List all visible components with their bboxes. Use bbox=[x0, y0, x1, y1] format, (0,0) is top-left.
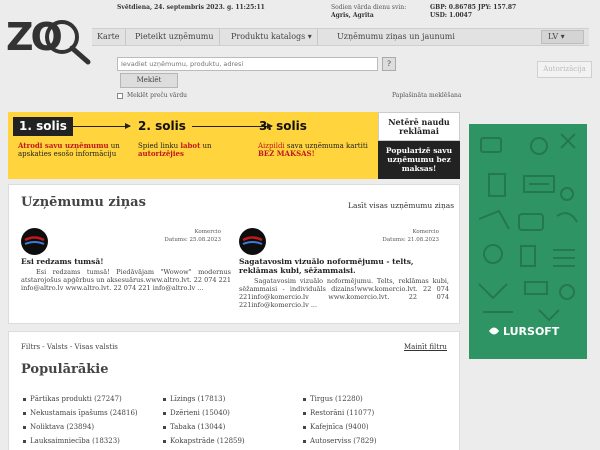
step-1-text: Atrodi savu uzņēmumu un apskaties esošo … bbox=[18, 141, 133, 159]
category-label: Kokapstrāde (12859) bbox=[170, 437, 245, 445]
bullet-icon bbox=[303, 397, 306, 401]
news-excerpt: Esi redzams tumsā! Piedāvājam "Wowow" mo… bbox=[21, 268, 231, 292]
category-column: Tirgus (12280) Restorāni (11077) Kafejnī… bbox=[303, 392, 377, 448]
nav-item-zinas[interactable]: Uzņēmumu ziņas un jaunumi bbox=[332, 29, 460, 45]
news-headline[interactable]: Sagatavosim vizuālo noformējumu - telts,… bbox=[239, 257, 449, 275]
news-excerpt: Sagatavosim vizuālo noformējumu. Telts, … bbox=[239, 277, 449, 309]
category-link[interactable]: Dzērieni (15040) bbox=[163, 406, 245, 420]
currency-rates: GBP: 0.86785 JPY: 157.87 USD: 1.0047 bbox=[430, 4, 516, 20]
product-search-option[interactable]: Meklēt preču vārdu bbox=[117, 92, 187, 99]
bullet-icon bbox=[23, 439, 26, 443]
category-link[interactable]: Nekustamais īpašums (24816) bbox=[23, 406, 138, 420]
lursoft-ad-banner[interactable]: LURSOFT bbox=[469, 124, 587, 359]
search-button[interactable]: Meklēt bbox=[120, 73, 178, 88]
search-help-button[interactable]: ? bbox=[382, 57, 396, 71]
category-label: Restorāni (11077) bbox=[310, 409, 375, 417]
category-label: Lauksaimniecība (18323) bbox=[30, 437, 120, 445]
product-search-checkbox[interactable] bbox=[117, 92, 123, 99]
popular-categories-panel: Filtrs - Valsts - Visas valstis Mainīt f… bbox=[8, 331, 460, 450]
category-link[interactable]: Noliktava (23894) bbox=[23, 420, 138, 434]
category-label: Dzērieni (15040) bbox=[170, 409, 230, 417]
step-2-label: 2. solis bbox=[138, 119, 186, 133]
category-link[interactable]: Lauksaimniecība (18323) bbox=[23, 434, 138, 448]
main-nav: Karte Pieteikt uzņēmumu Produktu katalog… bbox=[92, 28, 589, 46]
category-column: Līzings (17813) Dzērieni (15040) Tabaka … bbox=[163, 392, 245, 448]
category-link[interactable]: Tirgus (12280) bbox=[303, 392, 377, 406]
bullet-icon bbox=[163, 439, 166, 443]
news-thumbnail[interactable] bbox=[21, 228, 48, 255]
date-text: Svētdiena, 24. septembris 2023. g. 11:25… bbox=[117, 4, 265, 11]
arrow-right-icon bbox=[73, 123, 131, 129]
search-input[interactable] bbox=[117, 57, 378, 71]
step-1-link[interactable]: Atrodi savu uzņēmumu bbox=[18, 141, 109, 150]
news-date: Datums: 21.08.2023 bbox=[382, 237, 439, 243]
step-3-label: 3. solis bbox=[259, 119, 307, 133]
top-info-bar: Svētdiena, 24. septembris 2023. g. 11:25… bbox=[0, 3, 600, 29]
promo-no-money: Netērē naudu reklāmai bbox=[378, 112, 460, 141]
category-label: Nekustamais īpašums (24816) bbox=[30, 409, 138, 417]
category-label: Autoserviss (7829) bbox=[310, 437, 377, 445]
nav-item-katalogs[interactable]: Produktu katalogs ▾ bbox=[226, 29, 318, 45]
filter-breadcrumb: Filtrs - Valsts - Visas valstis bbox=[21, 343, 118, 351]
news-title: Uzņēmumu ziņas bbox=[21, 195, 146, 210]
step-2-desc-b: un bbox=[200, 142, 212, 150]
current-date: Svētdiena, 24. septembris 2023. g. 11:25… bbox=[117, 4, 265, 11]
advanced-search-link[interactable]: Paplašināta meklēšana bbox=[392, 92, 461, 99]
news-thumbnail[interactable] bbox=[239, 228, 266, 255]
lursoft-logo: LURSOFT bbox=[489, 325, 560, 338]
bullet-icon bbox=[163, 411, 166, 415]
name-day-names: Agris, Agrita bbox=[331, 12, 374, 19]
news-source: Komercio bbox=[412, 229, 439, 235]
rate-line-2: USD: 1.0047 bbox=[430, 12, 473, 19]
news-meta: Komercio Datums: 21.08.2023 bbox=[269, 228, 439, 244]
product-search-label: Meklēt preču vārdu bbox=[127, 92, 188, 99]
change-filter-link[interactable]: Mainīt filtru bbox=[404, 343, 447, 351]
name-day: Sodien vārda dienu svin: Agris, Agrita bbox=[331, 4, 406, 20]
step-3-text: Aizpildi sava uzņēmuma kartiti BEZ MAKSA… bbox=[258, 142, 370, 158]
category-label: Līzings (17813) bbox=[170, 395, 226, 403]
bullet-icon bbox=[23, 425, 26, 429]
category-column: Pārtikas produkti (27247) Nekustamais īp… bbox=[23, 392, 138, 448]
bullet-icon bbox=[303, 439, 306, 443]
news-source: Komercio bbox=[194, 229, 221, 235]
category-link[interactable]: Līzings (17813) bbox=[163, 392, 245, 406]
bullet-icon bbox=[303, 425, 306, 429]
login-button[interactable]: Autorizācija bbox=[537, 61, 592, 78]
svg-text:LURSOFT: LURSOFT bbox=[503, 325, 560, 338]
step-1-label: 1. solis bbox=[13, 117, 73, 136]
step-2-link-auth[interactable]: autorizējies bbox=[138, 149, 184, 158]
news-date: Datums: 25.08.2023 bbox=[164, 237, 221, 243]
nav-item-pieteikt[interactable]: Pieteikt uzņēmumu bbox=[130, 29, 220, 45]
all-news-link[interactable]: Lasīt visas uzņēmumu ziņas bbox=[348, 201, 454, 210]
news-meta: Komercio Datums: 25.08.2023 bbox=[51, 228, 221, 244]
bullet-icon bbox=[23, 411, 26, 415]
step-3-free: BEZ MAKSAS! bbox=[258, 149, 315, 158]
category-link[interactable]: Kafejnīca (9400) bbox=[303, 420, 377, 434]
category-link[interactable]: Restorāni (11077) bbox=[303, 406, 377, 420]
category-link[interactable]: Tabaka (13044) bbox=[163, 420, 245, 434]
company-news-panel: Uzņēmumu ziņas Lasīt visas uzņēmumu ziņa… bbox=[8, 184, 460, 324]
steps-banner: 1. solis 2. solis 3. solis Atrodi savu u… bbox=[8, 112, 460, 179]
promo-popularize-button[interactable]: Popularizē savu uzņēmumu bez maksas! bbox=[378, 141, 460, 179]
category-label: Noliktava (23894) bbox=[30, 423, 95, 431]
category-label: Pārtikas produkti (27247) bbox=[30, 395, 122, 403]
step-2-text: Spied linku labot un autorizējies bbox=[138, 142, 238, 158]
popular-title: Populārākie bbox=[21, 362, 109, 377]
news-headline[interactable]: Esi redzams tumsā! bbox=[21, 257, 231, 266]
bullet-icon bbox=[163, 397, 166, 401]
name-day-label: Sodien vārda dienu svin: bbox=[331, 4, 407, 11]
category-label: Kafejnīca (9400) bbox=[310, 423, 369, 431]
category-link[interactable]: Pārtikas produkti (27247) bbox=[23, 392, 138, 406]
bullet-icon bbox=[23, 397, 26, 401]
rate-line-1: GBP: 0.86785 JPY: 157.87 bbox=[430, 4, 517, 11]
bullet-icon bbox=[163, 425, 166, 429]
nav-item-karte[interactable]: Karte bbox=[92, 29, 126, 45]
category-label: Tirgus (12280) bbox=[310, 395, 363, 403]
language-select[interactable]: LV ▾ bbox=[541, 30, 584, 44]
bullet-icon bbox=[303, 411, 306, 415]
category-link[interactable]: Autoserviss (7829) bbox=[303, 434, 377, 448]
category-label: Tabaka (13044) bbox=[170, 423, 226, 431]
category-link[interactable]: Kokapstrāde (12859) bbox=[163, 434, 245, 448]
